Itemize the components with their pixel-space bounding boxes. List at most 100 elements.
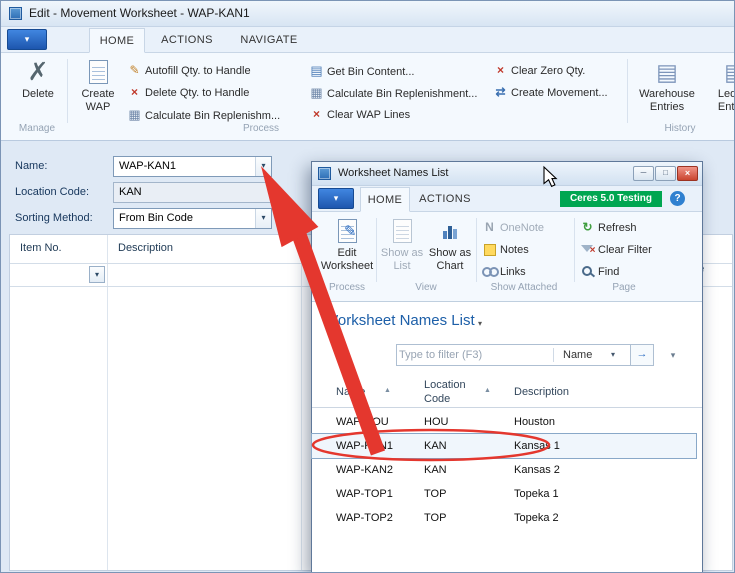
col-header-description[interactable]: Description (514, 385, 569, 399)
group-label-history: History (635, 123, 725, 134)
ledger-entries-button[interactable]: ▤ Ledger Entries (703, 57, 735, 114)
expand-filter-chevron[interactable]: ▾ (666, 348, 680, 362)
warehouse-entries-label: Warehouse Entries (635, 88, 699, 114)
application-menu-button[interactable]: ▾ (7, 29, 47, 50)
cell-location: KAN (424, 434, 447, 458)
maximize-button[interactable]: □ (655, 166, 676, 181)
col-header-location-code[interactable]: Location Code (424, 378, 478, 406)
location-code-field: KAN (113, 182, 272, 203)
tab-home[interactable]: HOME (89, 28, 145, 53)
find-button[interactable]: Find (580, 262, 619, 281)
maximize-icon: □ (663, 168, 668, 177)
get-bin-content-button[interactable]: ▤Get Bin Content... (309, 61, 414, 80)
button-label: Create Movement... (511, 87, 608, 99)
cell-name: WAP-KAN2 (336, 458, 393, 482)
clear-wap-lines-button[interactable]: ×Clear WAP Lines (309, 105, 410, 124)
table-row[interactable]: WAP-KAN2 KAN Kansas 2 (312, 458, 696, 482)
chevron-down-icon: ▾ (334, 193, 339, 203)
minimize-button[interactable]: ─ (633, 166, 654, 181)
movement-icon: ⇄ (493, 83, 508, 102)
show-as-chart-button[interactable]: Show as Chart (426, 216, 474, 273)
filter-column-selector[interactable]: Name (563, 345, 592, 365)
cell-description: Kansas 2 (514, 458, 560, 482)
popup-tab-strip: ▾ HOME ACTIONS Ceres 5.0 Testing ? (312, 186, 702, 212)
chevron-down-icon[interactable]: ▾ (611, 345, 615, 365)
icon-holder (380, 216, 424, 246)
chevron-down-icon[interactable]: ▾ (255, 157, 271, 176)
cell-location: KAN (424, 458, 447, 482)
document-icon (89, 60, 108, 84)
filter-box: Name ▾ → (396, 344, 654, 366)
caret-glyph: ▾ (95, 270, 99, 279)
icon-holder: ✎ (320, 216, 374, 246)
close-button[interactable]: × (677, 166, 698, 181)
button-label: OneNote (500, 222, 544, 234)
tab-actions[interactable]: ACTIONS (153, 28, 221, 52)
icon-holder (580, 240, 595, 259)
clear-filter-button[interactable]: Clear Filter (580, 240, 652, 259)
create-movement-button[interactable]: ⇄Create Movement... (493, 83, 608, 102)
table-row[interactable]: WAP-HOU HOU Houston (312, 410, 696, 434)
button-label: Refresh (598, 222, 637, 234)
show-as-list-button[interactable]: Show as List (380, 216, 424, 273)
help-button[interactable]: ? (670, 191, 685, 206)
close-icon: × (685, 168, 690, 178)
location-code-label: Location Code: (15, 182, 110, 203)
red-x-icon: × (493, 61, 508, 80)
calculate-bin-replenishment-button[interactable]: ▦Calculate Bin Replenishment... (309, 83, 477, 102)
filter-icon (581, 244, 595, 256)
notes-button[interactable]: Notes (482, 240, 529, 259)
tab-actions[interactable]: ACTIONS (414, 187, 476, 211)
icon-holder (482, 262, 497, 281)
sorting-method-combobox[interactable]: From Bin Code ▾ (113, 208, 272, 229)
table-row[interactable]: WAP-TOP1 TOP Topeka 1 (312, 482, 696, 506)
tab-home[interactable]: HOME (360, 187, 410, 212)
cell-description: Houston (514, 410, 555, 434)
autofill-qty-button[interactable]: ✎Autofill Qty. to Handle (127, 61, 251, 80)
delete-button[interactable]: ✗ Delete (15, 57, 61, 101)
col-header-name[interactable]: Name (336, 385, 365, 399)
delete-label: Delete (15, 88, 61, 101)
location-code-value: KAN (119, 183, 142, 202)
create-wap-button[interactable]: Create WAP (73, 57, 123, 114)
application-menu-button[interactable]: ▾ (318, 188, 354, 209)
name-value: WAP-KAN1 (119, 157, 176, 176)
window-title: Edit - Movement Worksheet - WAP-KAN1 (29, 1, 250, 26)
edit-worksheet-label: Edit Worksheet (320, 247, 374, 273)
group-label-view: View (378, 282, 474, 293)
table-row-selected[interactable]: WAP-KAN1 KAN Kansas 1 (312, 434, 696, 458)
delete-x-icon: ✗ (15, 57, 61, 87)
tab-navigate[interactable]: NAVIGATE (229, 28, 309, 52)
pencil-icon: ✎ (344, 217, 357, 247)
col-header-item-no[interactable]: Item No. (20, 235, 62, 262)
delete-qty-button[interactable]: ×Delete Qty. to Handle (127, 83, 249, 102)
table-row[interactable]: WAP-TOP2 TOP Topeka 2 (312, 506, 696, 530)
cell-description: Kansas 1 (514, 434, 560, 458)
popup-ribbon: ✎ Edit Worksheet Show as List Show as Ch… (312, 212, 702, 302)
name-combobox[interactable]: WAP-KAN1 ▾ (113, 156, 272, 177)
button-label: Links (500, 266, 526, 278)
button-label: Delete Qty. to Handle (145, 87, 249, 99)
links-button[interactable]: Links (482, 262, 526, 281)
edit-worksheet-button[interactable]: ✎ Edit Worksheet (320, 216, 374, 273)
worksheet-names-list-window: Worksheet Names List ─ □ × ▾ HOME ACTION… (311, 161, 703, 573)
calculator-icon: ▦ (127, 105, 142, 124)
ledger-table-icon: ▤ (703, 57, 735, 87)
refresh-button[interactable]: ↻Refresh (580, 218, 637, 237)
warehouse-entries-button[interactable]: ▤ Warehouse Entries (635, 57, 699, 114)
group-label-show-attached: Show Attached (480, 282, 568, 293)
calculate-bin-replenish-button[interactable]: ▦Calculate Bin Replenishm... (127, 105, 280, 124)
chevron-down-icon[interactable]: ▾ (255, 209, 271, 228)
bin-list-icon: ▤ (309, 61, 324, 80)
col-header-description[interactable]: Description (118, 235, 173, 262)
link-icon (482, 266, 498, 278)
onenote-button[interactable]: NOneNote (482, 218, 544, 237)
caret-glyph: ▾ (261, 161, 265, 170)
chevron-down-icon[interactable]: ▾ (478, 319, 482, 328)
item-no-cell-dropdown[interactable]: ▾ (89, 266, 105, 283)
apply-filter-button[interactable]: → (630, 345, 653, 365)
filter-input[interactable] (399, 346, 549, 364)
icon-holder (426, 216, 474, 246)
clear-zero-qty-button[interactable]: ×Clear Zero Qty. (493, 61, 585, 80)
group-label-process: Process (320, 282, 374, 293)
